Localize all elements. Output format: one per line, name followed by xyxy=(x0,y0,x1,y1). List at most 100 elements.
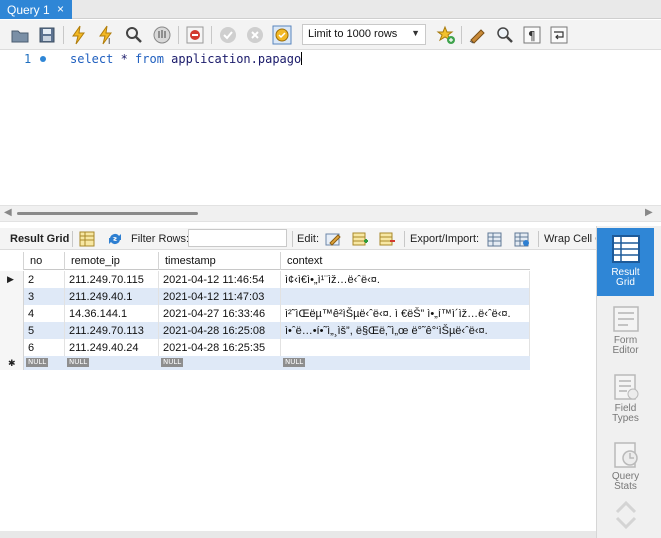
cell-no[interactable]: 3 xyxy=(24,288,65,305)
null-badge[interactable]: NULL xyxy=(26,358,49,367)
cell-remote-ip[interactable]: 211.249.70.115 xyxy=(65,271,159,288)
scroll-left-icon[interactable]: ◀ xyxy=(4,207,12,218)
null-badge[interactable]: NULL xyxy=(283,358,306,367)
cell-remote-ip[interactable]: 211.249.70.113 xyxy=(65,322,159,339)
svg-text:I: I xyxy=(108,37,110,45)
autocommit-icon[interactable] xyxy=(272,25,292,45)
table-name: application.papago xyxy=(163,52,302,66)
word-wrap-icon[interactable] xyxy=(549,25,569,45)
column-header-context[interactable]: context xyxy=(281,252,530,270)
toolbar-separator xyxy=(461,26,462,44)
row-indicator[interactable] xyxy=(0,339,24,356)
delete-row-icon[interactable] xyxy=(378,230,396,248)
add-row-icon[interactable] xyxy=(351,230,369,248)
scrollbar-thumb[interactable] xyxy=(17,212,198,215)
result-horizontal-scrollbar[interactable] xyxy=(0,531,596,538)
row-indicator[interactable] xyxy=(0,322,24,339)
table-row[interactable]: 5 211.249.70.113 2021-04-28 16:25:08 ì•ˆ… xyxy=(0,322,530,339)
sql-statement[interactable]: select * from application.papago xyxy=(70,52,303,66)
cell-timestamp[interactable]: 2021-04-12 11:47:03 xyxy=(159,288,281,305)
cell-context[interactable]: ì²˜ìŒëµ™ê²ìŠµë‹ˆë‹¤. ì €ëŠ” ì•„í™ì´ìž…ë‹… xyxy=(281,305,530,322)
result-grid-view-button[interactable]: Result Grid xyxy=(597,228,654,296)
side-label-line2: Types xyxy=(612,413,639,424)
new-row[interactable]: ✱ NULL NULL NULL NULL xyxy=(0,356,530,370)
column-header-remote-ip[interactable]: remote_ip xyxy=(65,252,159,270)
commit-icon[interactable] xyxy=(218,25,238,45)
cell-remote-ip[interactable]: 211.249.40.1 xyxy=(65,288,159,305)
row-indicator[interactable] xyxy=(0,305,24,322)
sql-editor[interactable]: 1 select * from application.papago xyxy=(0,50,661,203)
filter-rows-input[interactable] xyxy=(188,229,287,247)
column-header-timestamp[interactable]: timestamp xyxy=(159,252,281,270)
cell-timestamp[interactable]: 2021-04-28 16:25:35 xyxy=(159,339,281,356)
field-types-button[interactable]: Field Types xyxy=(597,366,654,434)
side-label-line2: Editor xyxy=(612,345,639,356)
tab-query-1[interactable]: Query 1 × xyxy=(0,0,72,19)
toolbar-separator xyxy=(63,26,64,44)
cell-remote-ip[interactable]: 211.249.40.24 xyxy=(65,339,159,356)
find-icon[interactable] xyxy=(495,25,515,45)
cell-context[interactable]: ì¢‹ì€ì•„ì¹¨ìž…ë‹ˆë‹¤. xyxy=(281,271,530,288)
form-editor-button[interactable]: Form Editor xyxy=(597,298,654,366)
cell-timestamp[interactable]: 2021-04-27 16:33:46 xyxy=(159,305,281,322)
line-number: 1 xyxy=(24,52,32,66)
keyword-select: select xyxy=(70,52,114,66)
side-label-line2: Grid xyxy=(616,277,635,288)
invisible-chars-icon[interactable]: ¶ xyxy=(522,25,542,45)
cell-context[interactable] xyxy=(281,288,530,305)
cell-remote-ip[interactable]: 14.36.144.1 xyxy=(65,305,159,322)
null-badge[interactable]: NULL xyxy=(161,358,184,367)
stop-on-error-icon[interactable] xyxy=(185,25,205,45)
form-editor-icon xyxy=(613,306,639,332)
null-badge[interactable]: NULL xyxy=(67,358,90,367)
tab-close-button[interactable]: × xyxy=(57,2,64,16)
cell-timestamp[interactable]: 2021-04-12 11:46:54 xyxy=(159,271,281,288)
refresh-icon[interactable] xyxy=(106,230,124,248)
cell-context[interactable]: ì•ˆë…•í•˜ì„¸ìš”, ë§Œë‚˜ì„œ ë°˜ê°‘ìŠµë‹ˆë… xyxy=(281,322,530,339)
row-indicator[interactable]: ✱ xyxy=(0,356,24,370)
edit-row-icon[interactable] xyxy=(324,230,342,248)
grid-layout-icon[interactable] xyxy=(78,230,96,248)
table-row[interactable]: ▶ 2 211.249.70.115 2021-04-12 11:46:54 ì… xyxy=(0,271,530,288)
result-grid-label: Result Grid xyxy=(10,233,70,245)
export-icon[interactable] xyxy=(486,230,504,248)
toolbar-separator xyxy=(211,26,212,44)
rollback-icon[interactable] xyxy=(245,25,265,45)
beautify-icon[interactable] xyxy=(468,25,488,45)
filter-rows-label: Filter Rows: xyxy=(131,233,190,245)
save-icon[interactable] xyxy=(37,25,57,45)
open-folder-icon[interactable] xyxy=(10,25,30,45)
column-header-no[interactable]: no xyxy=(24,252,65,270)
row-indicator[interactable] xyxy=(0,288,24,305)
side-panel-scroll-icon[interactable] xyxy=(609,498,643,530)
current-row-arrow-icon: ▶ xyxy=(7,274,14,284)
toolbar-separator xyxy=(538,231,539,247)
stop-icon[interactable] xyxy=(152,25,172,45)
toolbar-separator xyxy=(404,231,405,247)
toolbar-separator xyxy=(292,231,293,247)
table-row[interactable]: 6 211.249.40.24 2021-04-28 16:25:35 xyxy=(0,339,530,356)
limit-rows-value: Limit to 1000 rows xyxy=(308,28,398,40)
result-side-panel: Result Grid Form Editor Field Types Quer… xyxy=(596,226,661,538)
table-row[interactable]: 4 14.36.144.1 2021-04-27 16:33:46 ì²˜ìŒë… xyxy=(0,305,530,322)
scroll-right-icon[interactable]: ▶ xyxy=(645,207,653,218)
wrap-cell-content-label: Wrap Cell C xyxy=(544,233,596,245)
execute-current-icon[interactable]: I xyxy=(96,25,116,45)
add-snippet-icon[interactable] xyxy=(436,25,456,45)
statement-marker-icon xyxy=(40,56,46,62)
cell-no[interactable]: 4 xyxy=(24,305,65,322)
explain-icon[interactable] xyxy=(124,25,144,45)
cell-no[interactable]: 6 xyxy=(24,339,65,356)
cell-timestamp[interactable]: 2021-04-28 16:25:08 xyxy=(159,322,281,339)
row-indicator[interactable]: ▶ xyxy=(0,271,24,288)
export-import-label: Export/Import: xyxy=(410,233,480,245)
limit-rows-select[interactable]: Limit to 1000 rows ▼ xyxy=(302,24,426,45)
cell-context[interactable] xyxy=(281,339,530,356)
cell-no[interactable]: 2 xyxy=(24,271,65,288)
table-row[interactable]: 3 211.249.40.1 2021-04-12 11:47:03 xyxy=(0,288,530,305)
editor-horizontal-scrollbar[interactable]: ◀ ▶ xyxy=(0,205,661,222)
execute-icon[interactable] xyxy=(69,25,89,45)
query-stats-button[interactable]: Query Stats xyxy=(597,434,654,502)
import-icon[interactable] xyxy=(513,230,531,248)
cell-no[interactable]: 5 xyxy=(24,322,65,339)
